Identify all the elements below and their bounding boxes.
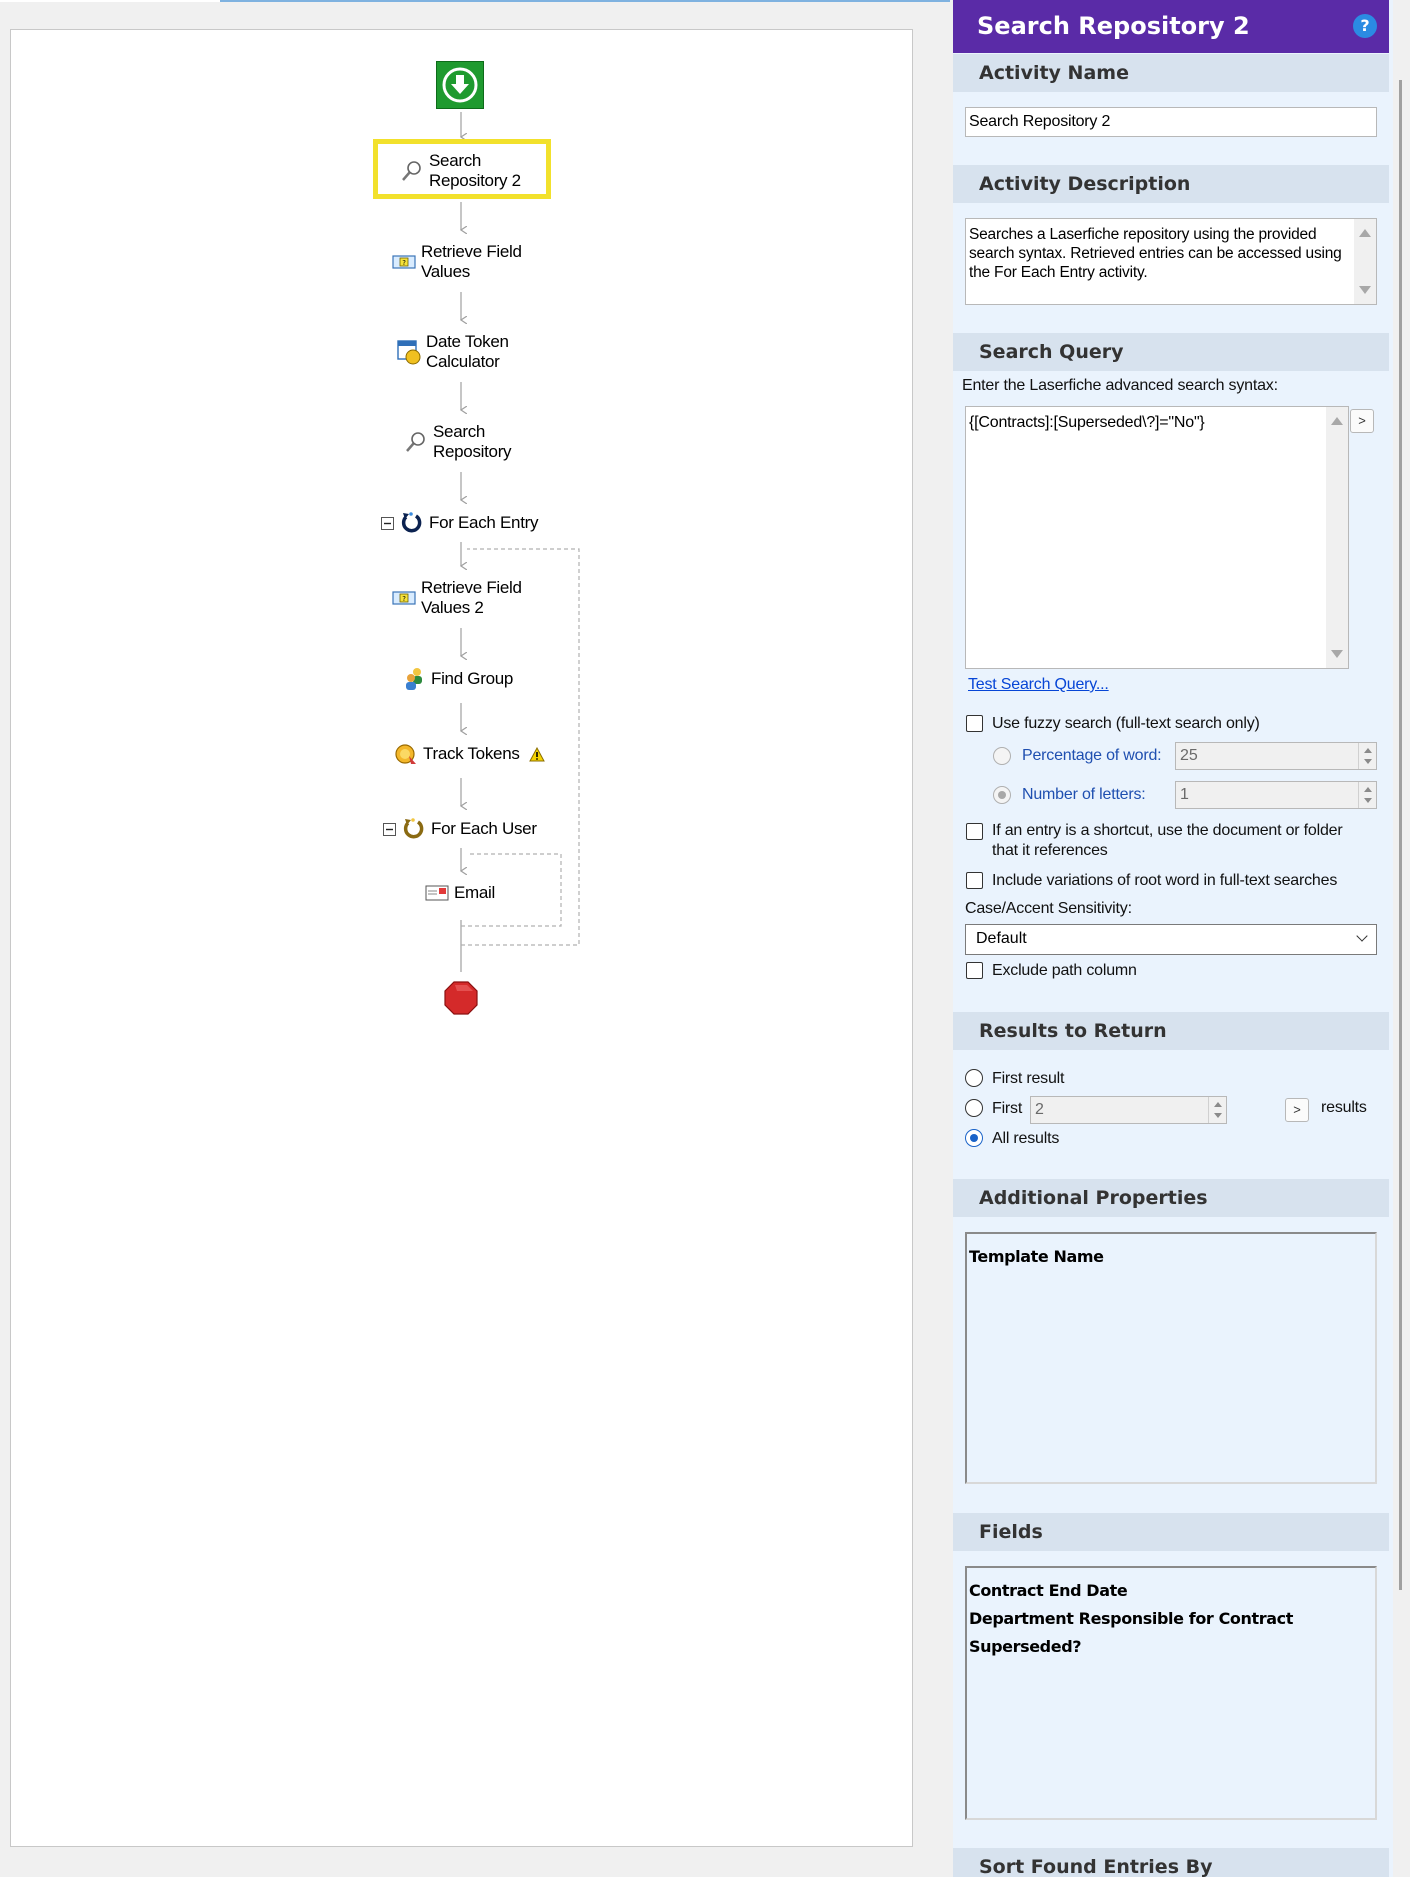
collapse-minus-icon[interactable] — [381, 516, 394, 530]
case-accent-label: Case/Accent Sensitivity: — [965, 900, 1132, 917]
section-results-to-return[interactable]: Results to Return — [953, 1012, 1389, 1050]
root-word-variations-label: Include variations of root word in full-… — [992, 872, 1338, 889]
fields-list[interactable]: Contract End Date Department Responsible… — [965, 1566, 1377, 1820]
activity-track-tokens[interactable]: Track Tokens — [394, 742, 550, 766]
active-document-tab[interactable] — [0, 0, 220, 2]
first-n-expand-button[interactable]: > — [1285, 1098, 1309, 1122]
additional-properties-list[interactable]: Template Name — [965, 1232, 1377, 1484]
activity-label: Find Group — [431, 669, 514, 688]
section-additional-properties[interactable]: Additional Properties — [953, 1179, 1389, 1217]
search-query-scrollbar[interactable] — [1326, 407, 1348, 668]
section-sort-found-entries[interactable]: Sort Found Entries By — [953, 1848, 1389, 1877]
activity-retrieve-field-values-2[interactable]: ? Retrieve Field Values 2 — [392, 578, 522, 618]
activity-label: Search Repository 2 — [429, 151, 521, 190]
download-arrow-icon — [442, 67, 478, 103]
list-item[interactable]: Department Responsible for Contract — [967, 1605, 1375, 1633]
search-query-textarea[interactable]: {[Contracts]:[Superseded\?]="No"} — [965, 406, 1349, 669]
search-query-expand-button[interactable]: > — [1350, 409, 1374, 433]
activity-label: For Each User — [431, 819, 537, 838]
panel-scrollbar[interactable] — [1399, 80, 1402, 1590]
activity-search-repository-2[interactable]: Search Repository 2 — [400, 151, 521, 191]
properties-panel: Search Repository 2 ? Activity Name Sear… — [953, 0, 1393, 1877]
fuzzy-search-checkbox[interactable] — [966, 715, 983, 732]
letters-value: 1 — [1180, 786, 1189, 803]
magnifier-icon — [400, 159, 424, 183]
end-node[interactable] — [443, 980, 479, 1021]
percentage-of-word-spinner[interactable]: 25 — [1175, 742, 1377, 770]
activity-label: Track Tokens — [423, 744, 520, 763]
chevron-down-icon — [1356, 930, 1368, 942]
activity-label: Search Repository — [433, 422, 512, 461]
field-values-icon: ? — [392, 590, 416, 606]
activity-label: Retrieve Field Values 2 — [421, 578, 522, 617]
number-of-letters-spinner[interactable]: 1 — [1175, 781, 1377, 809]
activity-search-repository[interactable]: Search Repository — [404, 422, 512, 462]
token-icon — [394, 742, 418, 766]
search-syntax-instruction: Enter the Laserfiche advanced search syn… — [962, 377, 1278, 394]
email-icon — [425, 884, 449, 902]
activity-date-token-calculator[interactable]: Date Token Calculator — [397, 332, 509, 372]
case-accent-value: Default — [976, 930, 1027, 947]
results-suffix-label: results — [1321, 1099, 1367, 1116]
list-item[interactable]: Superseded? — [967, 1633, 1375, 1661]
activity-description-textarea[interactable]: Searches a Laserfiche repository using t… — [965, 218, 1377, 305]
start-node[interactable] — [436, 61, 484, 109]
workflow-canvas[interactable]: Search Repository 2 ? Retrieve Field Val… — [10, 29, 913, 1847]
description-scrollbar[interactable] — [1354, 219, 1376, 304]
fuzzy-search-label: Use fuzzy search (full-text search only) — [992, 715, 1260, 732]
activity-for-each-user[interactable]: For Each User — [383, 817, 537, 841]
first-n-spinner[interactable]: 2 — [1030, 1096, 1227, 1124]
group-icon — [404, 667, 426, 691]
svg-text:?: ? — [402, 595, 406, 603]
number-of-letters-radio[interactable] — [993, 786, 1011, 804]
activity-label: Retrieve Field Values — [421, 242, 522, 281]
workflow-connectors — [11, 112, 580, 972]
magnifier-icon — [404, 430, 428, 454]
help-icon[interactable]: ? — [1353, 14, 1377, 38]
exclude-path-label: Exclude path column — [992, 962, 1137, 979]
shortcut-checkbox[interactable] — [966, 823, 983, 840]
section-search-query[interactable]: Search Query — [953, 333, 1389, 371]
all-results-radio[interactable] — [965, 1129, 983, 1147]
first-n-value: 2 — [1035, 1101, 1044, 1118]
loop-icon — [402, 817, 426, 841]
first-n-radio[interactable] — [965, 1099, 983, 1117]
activity-label: Email — [454, 883, 496, 902]
activity-retrieve-field-values[interactable]: ? Retrieve Field Values — [392, 242, 522, 282]
calendar-clock-icon — [397, 339, 421, 365]
field-values-icon: ? — [392, 254, 416, 270]
section-activity-description[interactable]: Activity Description — [953, 165, 1389, 203]
activity-email[interactable]: Email — [425, 883, 495, 903]
list-item[interactable]: Template Name — [967, 1243, 1375, 1271]
section-activity-name[interactable]: Activity Name — [953, 54, 1389, 92]
search-query-text: {[Contracts]:[Superseded\?]="No"} — [969, 414, 1205, 431]
exclude-path-checkbox[interactable] — [966, 962, 983, 979]
collapse-minus-icon[interactable] — [383, 822, 396, 836]
case-accent-select[interactable]: Default — [965, 924, 1377, 955]
first-n-label: First — [992, 1100, 1023, 1117]
first-result-radio[interactable] — [965, 1069, 983, 1087]
test-search-query-link[interactable]: Test Search Query... — [968, 675, 1109, 695]
activity-for-each-entry[interactable]: For Each Entry — [381, 511, 538, 535]
number-of-letters-label: Number of letters: — [1022, 786, 1146, 803]
percentage-of-word-radio[interactable] — [993, 747, 1011, 765]
activity-label: Date Token Calculator — [426, 332, 509, 371]
percentage-value: 25 — [1180, 747, 1198, 764]
stop-octagon-icon — [444, 981, 478, 1015]
shortcut-label: If an entry is a shortcut, use the docum… — [992, 822, 1343, 859]
loop-icon — [400, 511, 424, 535]
list-item[interactable]: Contract End Date — [967, 1577, 1375, 1605]
activity-label: For Each Entry — [429, 513, 539, 532]
all-results-label: All results — [992, 1130, 1060, 1147]
first-result-label: First result — [992, 1070, 1065, 1087]
activity-name-input[interactable]: Search Repository 2 — [965, 107, 1377, 137]
activity-find-group[interactable]: Find Group — [404, 667, 513, 691]
root-word-variations-checkbox[interactable] — [966, 872, 983, 889]
percentage-of-word-label: Percentage of word: — [1022, 747, 1162, 764]
panel-title: Search Repository 2 — [953, 0, 1389, 53]
warning-icon — [528, 746, 545, 762]
section-fields[interactable]: Fields — [953, 1513, 1389, 1551]
activity-description-text: Searches a Laserfiche repository using t… — [969, 226, 1342, 281]
svg-text:?: ? — [402, 259, 406, 267]
